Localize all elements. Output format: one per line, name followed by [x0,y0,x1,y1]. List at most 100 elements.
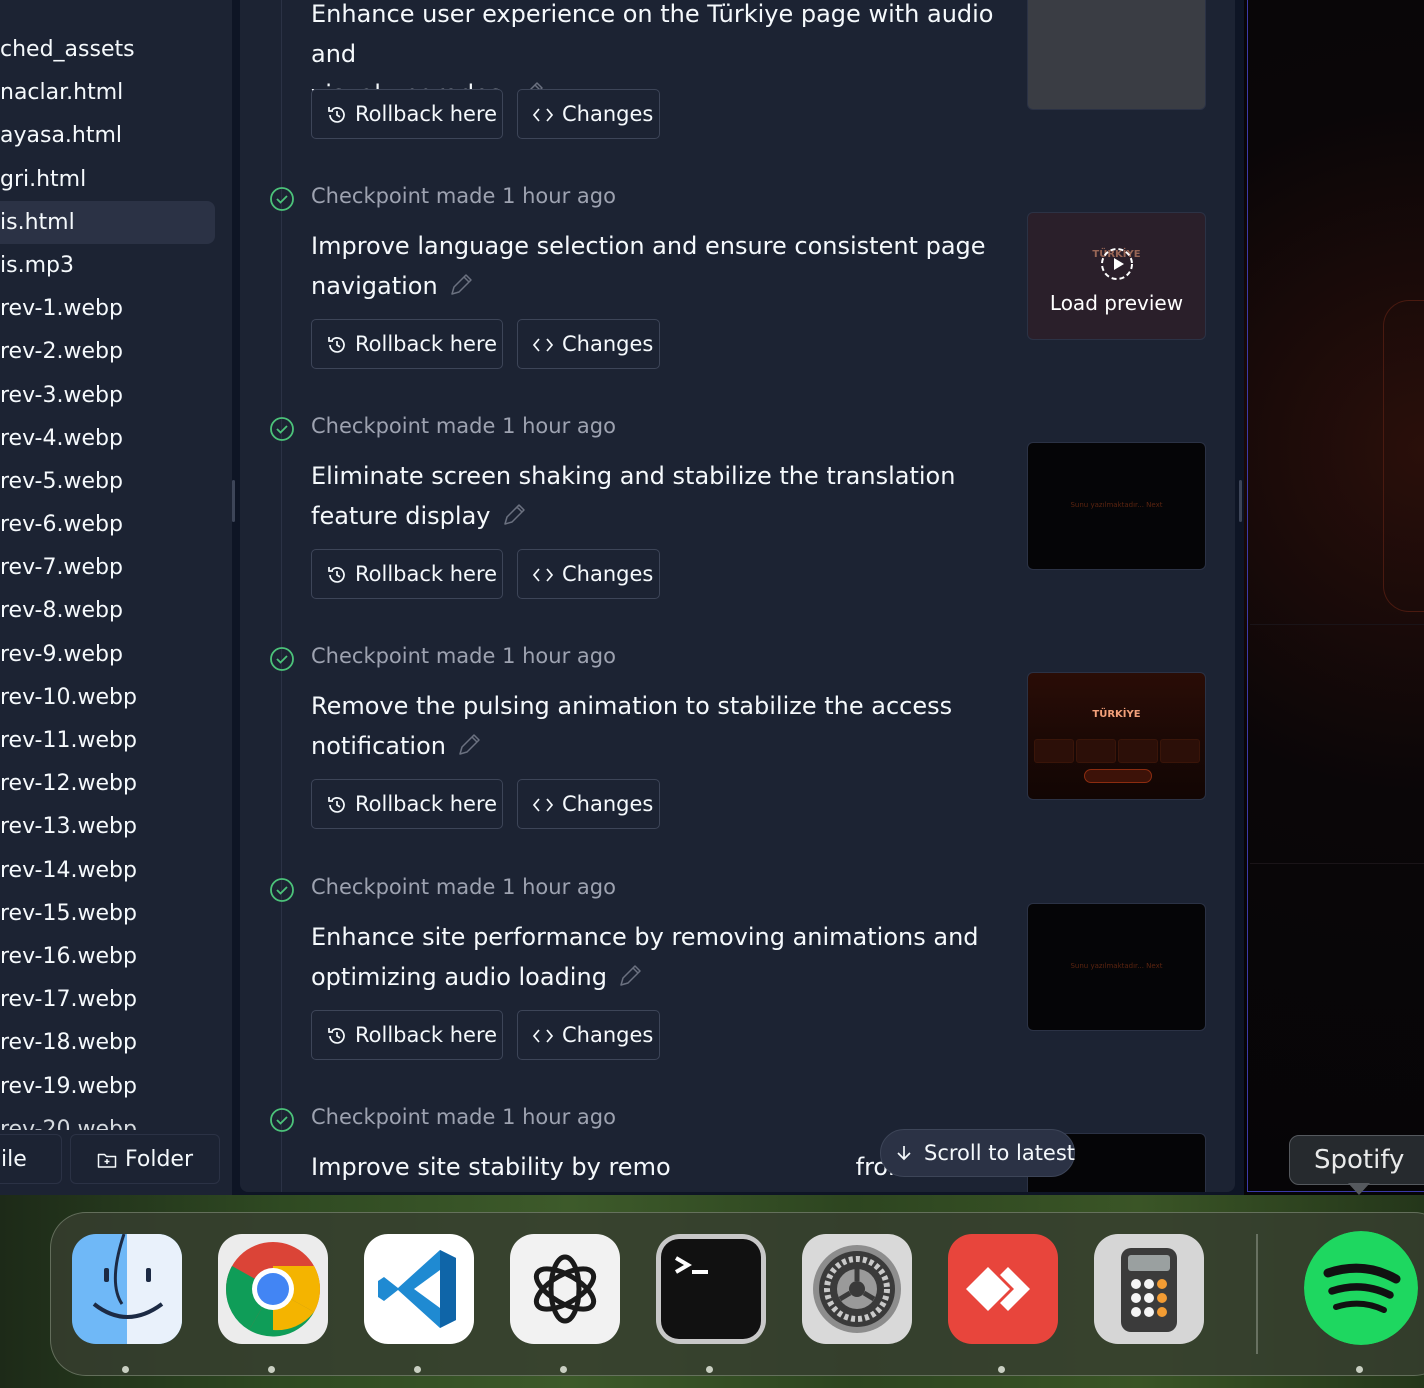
checkpoint-thumbnail[interactable]: Sunu yazılmaktadır... Next [1027,442,1206,570]
checkpoint-meta: Checkpoint made 1 hour ago [311,184,616,208]
file-item[interactable]: rev-10.webp [0,676,230,719]
checkpoint-title: Remove the pulsing animation to stabiliz… [311,686,1011,770]
check-circle-icon [269,1107,295,1133]
scroll-to-latest-button[interactable]: Scroll to latest [880,1129,1075,1177]
checkpoint-meta: Checkpoint made 1 hour ago [311,414,616,438]
file-item[interactable]: gri.html [0,158,230,201]
new-file-button[interactable]: ile [0,1134,62,1184]
checkpoint-thumbnail[interactable] [1027,0,1206,110]
file-tree-sidebar: ched_assets naclar.html ayasa.html gri.html… [0,0,232,1195]
file-item[interactable]: rev-12.webp [0,762,230,805]
new-folder-button[interactable]: Folder [70,1134,220,1184]
preview-card [1383,300,1424,612]
checkpoint-title: Enhance site performance by removing ani… [311,917,1011,1001]
check-circle-icon [269,186,295,212]
rollback-label: Rollback here [355,332,498,356]
dock-tooltip: Spotify [1289,1135,1424,1185]
file-item[interactable]: ayasa.html [0,114,230,157]
rollback-button[interactable]: Rollback here [311,1010,503,1060]
file-item[interactable]: rev-6.webp [0,503,230,546]
vscode-icon[interactable] [364,1234,474,1344]
edit-pencil-icon[interactable] [617,961,643,1001]
file-item[interactable]: rev-3.webp [0,374,230,417]
file-item[interactable]: rev-13.webp [0,805,230,848]
chrome-icon[interactable] [218,1234,328,1344]
running-indicator [1356,1366,1363,1373]
file-item[interactable]: is.html [0,200,215,244]
thumbnail-cell [1034,739,1074,763]
file-item[interactable]: rev-16.webp [0,935,230,978]
preview-focus-border [1247,0,1248,1192]
file-item[interactable]: rev-5.webp [0,460,230,503]
checkpoint-title-text: Improve site stability by remo [311,1153,671,1181]
changes-button[interactable]: Changes [517,319,660,369]
rollback-label: Rollback here [355,792,498,816]
file-item[interactable]: naclar.html [0,71,230,114]
sidebar-resize-handle[interactable] [232,480,235,522]
history-icon [328,797,345,813]
changes-button[interactable]: Changes [517,549,660,599]
play-icon [1101,248,1133,280]
dock-separator [1256,1234,1258,1354]
arrow-down-icon [897,1146,911,1161]
checkpoint-thumbnail[interactable]: TÜRKİYE Load preview [1027,212,1206,340]
changes-label: Changes [562,332,654,356]
edit-pencil-icon[interactable] [456,730,482,770]
rollback-label: Rollback here [355,1023,498,1047]
rollback-button[interactable]: Rollback here [311,89,503,139]
load-preview-label: Load preview [1049,291,1184,315]
chatgpt-icon[interactable] [510,1234,620,1344]
file-item[interactable]: rev-9.webp [0,633,230,676]
timeline-line [281,0,282,1192]
anydesk-icon[interactable] [948,1234,1058,1344]
checkpoint-thumbnail[interactable]: Sunu yazılmaktadır... Next [1027,903,1206,1031]
check-circle-icon [269,646,295,672]
file-item[interactable]: rev-18.webp [0,1021,230,1064]
thumbnail-mini-title: TÜRKİYE [1092,709,1141,720]
checkpoint-title: Eliminate screen shaking and stabilize t… [311,456,1011,540]
preview-resize-handle[interactable] [1239,480,1242,522]
spotify-icon[interactable] [1304,1231,1418,1345]
checkpoint-title-text: Remove the pulsing animation to stabiliz… [311,692,953,760]
file-item[interactable]: rev-14.webp [0,849,230,892]
calculator-icon[interactable] [1094,1234,1204,1344]
finder-icon[interactable] [72,1234,182,1344]
system-settings-icon[interactable] [802,1234,912,1344]
file-item[interactable]: rev-11.webp [0,719,230,762]
file-item[interactable]: rev-7.webp [0,546,230,589]
edit-pencil-icon[interactable] [448,270,474,310]
rollback-button[interactable]: Rollback here [311,549,503,599]
edit-pencil-icon[interactable] [501,500,527,540]
checkpoint-title: Improve language selection and ensure co… [311,226,1011,310]
file-item[interactable]: rev-19.webp [0,1065,230,1108]
new-folder-label: Folder [125,1147,193,1172]
file-item[interactable]: rev-2.webp [0,330,230,373]
file-item[interactable]: rev-1.webp [0,287,230,330]
file-item[interactable]: rev-4.webp [0,417,230,460]
running-indicator [414,1366,421,1373]
file-item[interactable]: is.mp3 [0,244,230,287]
thumbnail-cell [1118,739,1158,763]
tooltip-label: Spotify [1314,1145,1405,1175]
file-item[interactable]: ched_assets [0,28,230,71]
changes-button[interactable]: Changes [517,779,660,829]
changes-button[interactable]: Changes [517,89,660,139]
folder-plus-icon [97,1153,117,1168]
file-item[interactable]: rev-20.webp [0,1108,230,1130]
checkpoint-thumbnail[interactable]: TÜRKİYE [1027,672,1206,800]
terminal-icon[interactable] [656,1234,766,1344]
thumbnail-pill [1084,769,1152,783]
changes-button[interactable]: Changes [517,1010,660,1060]
new-file-label: ile [1,1147,27,1172]
file-list: ched_assets naclar.html ayasa.html gri.html… [0,28,230,1130]
checkpoint-title-text: Improve language selection and ensure co… [311,232,986,300]
file-item[interactable]: rev-8.webp [0,589,230,632]
rollback-button[interactable]: Rollback here [311,779,503,829]
checkpoints-panel: Enhance user experience on the Türkiye p… [240,0,1235,1192]
file-item[interactable]: rev-15.webp [0,892,230,935]
checkpoint-title-text: Eliminate screen shaking and stabilize t… [311,462,956,530]
code-icon [532,798,554,812]
rollback-label: Rollback here [355,102,498,126]
file-item[interactable]: rev-17.webp [0,978,230,1021]
rollback-button[interactable]: Rollback here [311,319,503,369]
